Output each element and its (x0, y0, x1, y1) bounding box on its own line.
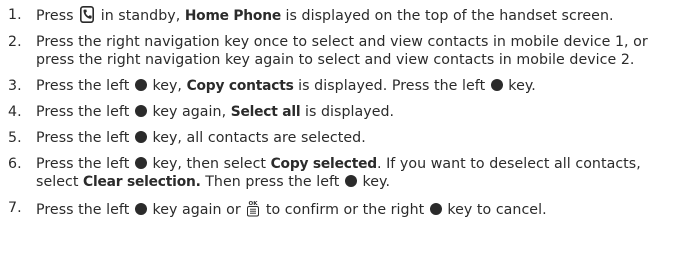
softkey-dot-icon (134, 131, 147, 143)
step-item: 6. Press the left key, then select Copy s… (8, 155, 679, 191)
step-text-run: Press the left (36, 202, 134, 218)
step-text-run: to confirm or the right (261, 202, 429, 218)
step-item: 3. Press the left key, Copy contacts is d… (8, 77, 679, 95)
softkey-dot-icon (134, 105, 147, 117)
step-text-run: Press (36, 8, 79, 24)
softkey-dot-icon (134, 157, 147, 169)
step-text: Press in standby, Home Phone is displaye… (36, 6, 679, 25)
step-text: Press the left key again, Select all is … (36, 103, 679, 121)
step-item: 7. Press the left key again or OK to conf… (8, 199, 679, 219)
softkey-dot-icon (344, 175, 357, 187)
step-text-run: key again, (147, 104, 231, 120)
step-text: Press the left key, all contacts are sel… (36, 129, 679, 147)
step-text-run: key. (503, 78, 536, 94)
softkey-dot-icon (134, 79, 147, 91)
step-text-run: is displayed on the top of the handset s… (280, 8, 614, 24)
step-text-run: in standby, (96, 8, 185, 24)
step-text-run: is displayed. (300, 104, 395, 120)
steps-list: 1. Press in standby, Home Phone is displa… (8, 6, 679, 219)
phone-key-icon (80, 6, 95, 23)
step-text-run: key, then select (147, 156, 271, 172)
step-text: Press the left key again or OK to confir… (36, 199, 679, 219)
step-number: 4. (8, 104, 22, 120)
step-item: 5. Press the left key, all contacts are s… (8, 129, 679, 147)
step-number: 3. (8, 78, 22, 94)
step-text-run: Press the left (36, 156, 134, 172)
step-item: 1. Press in standby, Home Phone is displa… (8, 6, 679, 25)
menu-option-label: Copy selected (270, 156, 378, 172)
softkey-dot-icon (134, 203, 147, 215)
instructions-page: 1. Press in standby, Home Phone is displa… (0, 0, 685, 269)
step-item: 2. Press the right navigation key once to… (8, 33, 679, 69)
step-text-run: key, all contacts are selected. (147, 130, 366, 146)
menu-option-label: Home Phone (184, 8, 281, 24)
step-number: 1. (8, 7, 22, 23)
step-number: 2. (8, 34, 22, 50)
step-text: Press the left key, then select Copy sel… (36, 155, 679, 191)
step-number: 7. (8, 200, 22, 216)
softkey-dot-icon (490, 79, 503, 91)
step-number: 6. (8, 156, 22, 172)
step-item: 4. Press the left key again, Select all i… (8, 103, 679, 121)
menu-option-label: Select all (230, 104, 301, 120)
step-text-run: Press the left (36, 104, 134, 120)
step-text-run: key, (147, 78, 187, 94)
step-text-run: Press the left (36, 78, 134, 94)
step-text-run: key again or (147, 202, 246, 218)
step-text-run: Then press the left (200, 174, 344, 190)
ok-menu-key-icon: OK (246, 199, 260, 217)
step-text-run: is displayed. Press the left (293, 78, 490, 94)
menu-option-label: Clear selection. (83, 174, 201, 190)
step-number: 5. (8, 130, 22, 146)
step-text-run: key to cancel. (442, 202, 547, 218)
step-text: Press the left key, Copy contacts is dis… (36, 77, 679, 95)
menu-option-label: Copy contacts (186, 78, 294, 94)
step-text-run: Press the right navigation key once to s… (36, 34, 648, 68)
softkey-dot-icon (429, 203, 442, 215)
step-text: Press the right navigation key once to s… (36, 33, 679, 69)
step-text-run: Press the left (36, 130, 134, 146)
step-text-run: key. (357, 174, 391, 190)
